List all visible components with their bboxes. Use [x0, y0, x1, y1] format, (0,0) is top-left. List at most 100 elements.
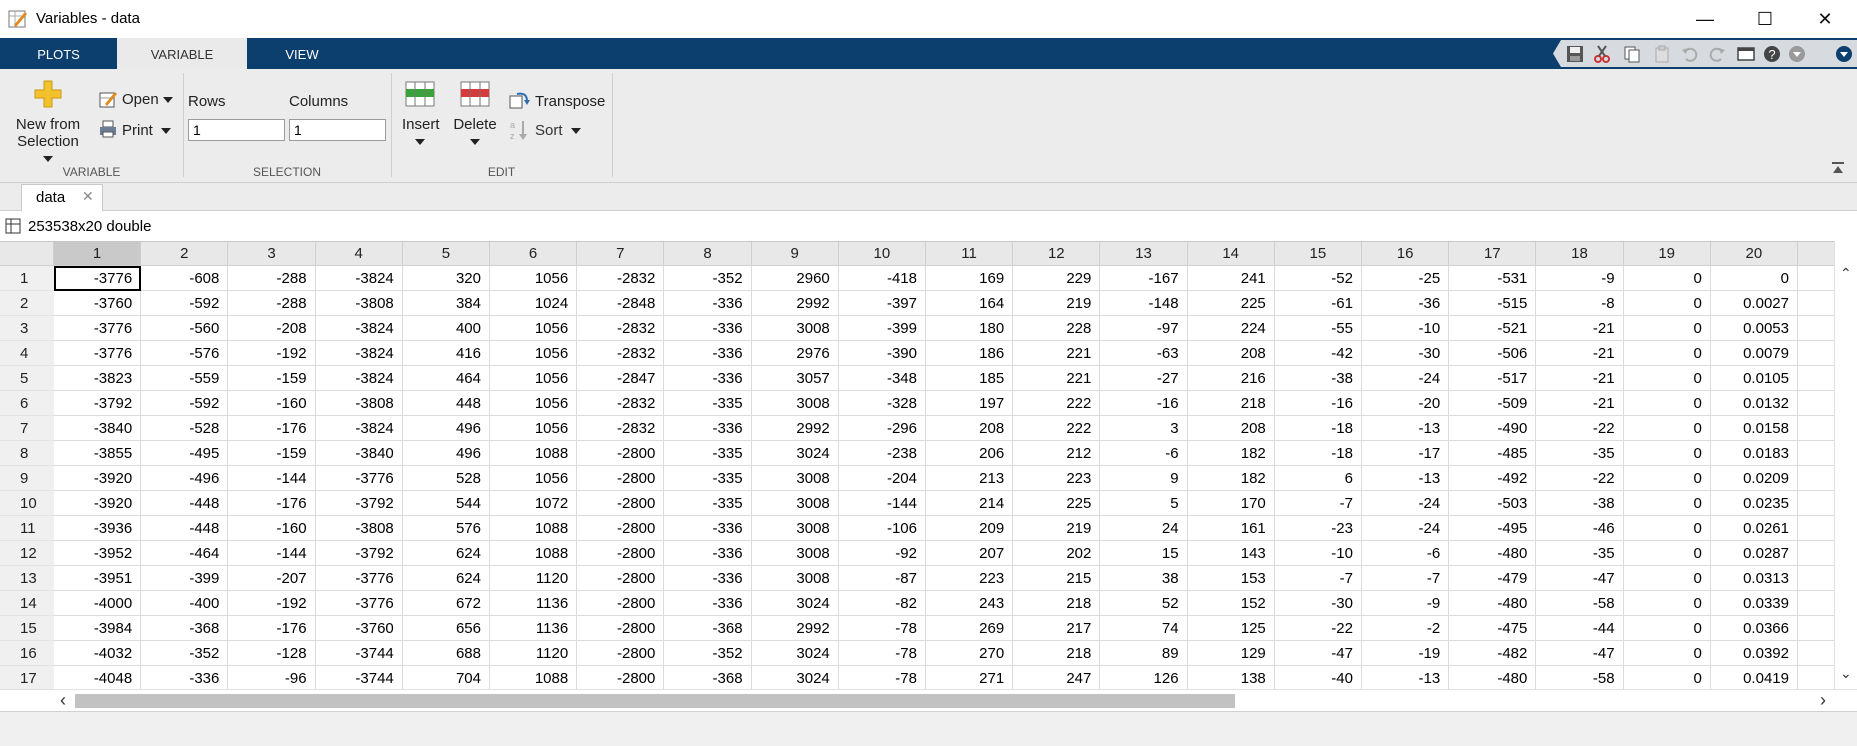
table-cell[interactable]: 1056	[490, 316, 578, 341]
scroll-right-icon[interactable]: ›	[1820, 690, 1826, 711]
sort-button[interactable]: Sort	[535, 122, 581, 139]
table-cell[interactable]: 1120	[490, 641, 578, 666]
table-cell[interactable]: 0	[1623, 416, 1711, 441]
table-cell[interactable]: 672	[402, 591, 490, 616]
table-cell[interactable]: -176	[228, 616, 316, 641]
table-cell[interactable]: 202	[1013, 541, 1101, 566]
table-cell-empty[interactable]	[1798, 666, 1834, 690]
table-cell[interactable]: 464	[402, 366, 490, 391]
table-cell-empty[interactable]	[1798, 541, 1834, 566]
table-cell[interactable]: -27	[1100, 366, 1188, 391]
table-cell[interactable]: 3024	[751, 591, 839, 616]
row-header[interactable]: 10	[0, 491, 54, 516]
table-cell[interactable]: -336	[664, 541, 752, 566]
table-cell-empty[interactable]	[1798, 516, 1834, 541]
table-cell[interactable]: -3824	[315, 266, 403, 291]
table-cell[interactable]: 624	[402, 541, 490, 566]
table-cell[interactable]: -19	[1362, 641, 1450, 666]
table-cell[interactable]: 180	[926, 316, 1014, 341]
table-cell[interactable]: 3008	[751, 516, 839, 541]
table-cell[interactable]: -208	[228, 316, 316, 341]
switch-windows-icon[interactable]	[1736, 44, 1756, 64]
table-cell[interactable]: -3760	[315, 616, 403, 641]
table-cell[interactable]: -2832	[577, 416, 665, 441]
table-cell[interactable]: -4000	[54, 591, 142, 616]
table-cell[interactable]: 208	[1187, 416, 1275, 441]
table-cell[interactable]: -176	[228, 416, 316, 441]
table-cell[interactable]: 213	[926, 466, 1014, 491]
tab-plots[interactable]: PLOTS	[0, 38, 117, 69]
table-cell[interactable]: -20	[1362, 391, 1450, 416]
table-cell[interactable]: -144	[228, 466, 316, 491]
table-cell[interactable]: 416	[402, 341, 490, 366]
table-cell[interactable]: -18	[1274, 416, 1362, 441]
table-cell[interactable]: 0.0366	[1710, 616, 1798, 641]
table-cell[interactable]: -464	[141, 541, 229, 566]
table-cell[interactable]: -495	[1449, 516, 1537, 541]
table-cell[interactable]: 269	[926, 616, 1014, 641]
table-cell[interactable]: -3824	[315, 341, 403, 366]
table-cell[interactable]: -528	[141, 416, 229, 441]
copy-icon[interactable]	[1622, 44, 1642, 64]
column-header[interactable]: 15	[1274, 242, 1362, 266]
table-cell[interactable]: 1056	[490, 416, 578, 441]
table-cell[interactable]: -368	[664, 616, 752, 641]
table-cell[interactable]: -24	[1362, 516, 1450, 541]
table-cell[interactable]: 0.0209	[1710, 466, 1798, 491]
table-cell[interactable]: -3920	[54, 491, 142, 516]
table-cell[interactable]: 0	[1623, 341, 1711, 366]
table-cell[interactable]: 0	[1623, 366, 1711, 391]
table-cell[interactable]: 656	[402, 616, 490, 641]
table-cell[interactable]: -559	[141, 366, 229, 391]
table-cell[interactable]: 126	[1100, 666, 1188, 690]
scroll-left-icon[interactable]: ‹	[60, 690, 66, 711]
table-cell[interactable]: 704	[402, 666, 490, 690]
table-cell[interactable]: 0	[1623, 316, 1711, 341]
table-cell[interactable]: 0.0027	[1710, 291, 1798, 316]
table-cell[interactable]: -8	[1536, 291, 1624, 316]
table-cell[interactable]: -38	[1274, 366, 1362, 391]
row-header[interactable]: 15	[0, 616, 54, 641]
variable-grid[interactable]: 123456789101112131415161718192021-3776-6…	[0, 241, 1834, 690]
table-cell[interactable]: -576	[141, 341, 229, 366]
table-cell[interactable]: -6	[1362, 541, 1450, 566]
table-cell[interactable]: -2800	[577, 566, 665, 591]
table-cell[interactable]: -335	[664, 491, 752, 516]
table-cell[interactable]: 544	[402, 491, 490, 516]
table-cell[interactable]: -3760	[54, 291, 142, 316]
table-cell[interactable]: -128	[228, 641, 316, 666]
table-cell[interactable]: -167	[1100, 266, 1188, 291]
table-cell[interactable]: 1120	[490, 566, 578, 591]
table-cell[interactable]: 384	[402, 291, 490, 316]
table-cell[interactable]: -35	[1536, 541, 1624, 566]
table-cell[interactable]: 9	[1100, 466, 1188, 491]
table-cell[interactable]: 0.0158	[1710, 416, 1798, 441]
table-cell[interactable]: -480	[1449, 541, 1537, 566]
table-cell[interactable]: -418	[838, 266, 926, 291]
table-cell[interactable]: -18	[1274, 441, 1362, 466]
table-cell[interactable]: 169	[926, 266, 1014, 291]
table-cell[interactable]: -3840	[54, 416, 142, 441]
table-cell[interactable]: -592	[141, 391, 229, 416]
rows-input[interactable]: 1	[188, 119, 285, 141]
column-header[interactable]: 16	[1362, 242, 1450, 266]
table-cell[interactable]: 0	[1623, 291, 1711, 316]
table-cell[interactable]: -3808	[315, 391, 403, 416]
table-cell[interactable]: -2847	[577, 366, 665, 391]
table-cell[interactable]: 0	[1623, 566, 1711, 591]
table-cell-empty[interactable]	[1798, 491, 1834, 516]
table-cell[interactable]: -238	[838, 441, 926, 466]
table-cell[interactable]: 0.0261	[1710, 516, 1798, 541]
column-header[interactable]: 12	[1013, 242, 1101, 266]
table-cell[interactable]: 1088	[490, 441, 578, 466]
insert-button[interactable]: Insert	[402, 116, 440, 150]
table-cell[interactable]: 2992	[751, 291, 839, 316]
table-cell[interactable]: 152	[1187, 591, 1275, 616]
table-cell[interactable]: 241	[1187, 266, 1275, 291]
table-cell[interactable]: -3984	[54, 616, 142, 641]
table-cell[interactable]: 0	[1623, 391, 1711, 416]
table-cell[interactable]: -296	[838, 416, 926, 441]
table-cell[interactable]: -506	[1449, 341, 1537, 366]
table-cell[interactable]: -23	[1274, 516, 1362, 541]
undo-icon[interactable]	[1680, 44, 1700, 64]
